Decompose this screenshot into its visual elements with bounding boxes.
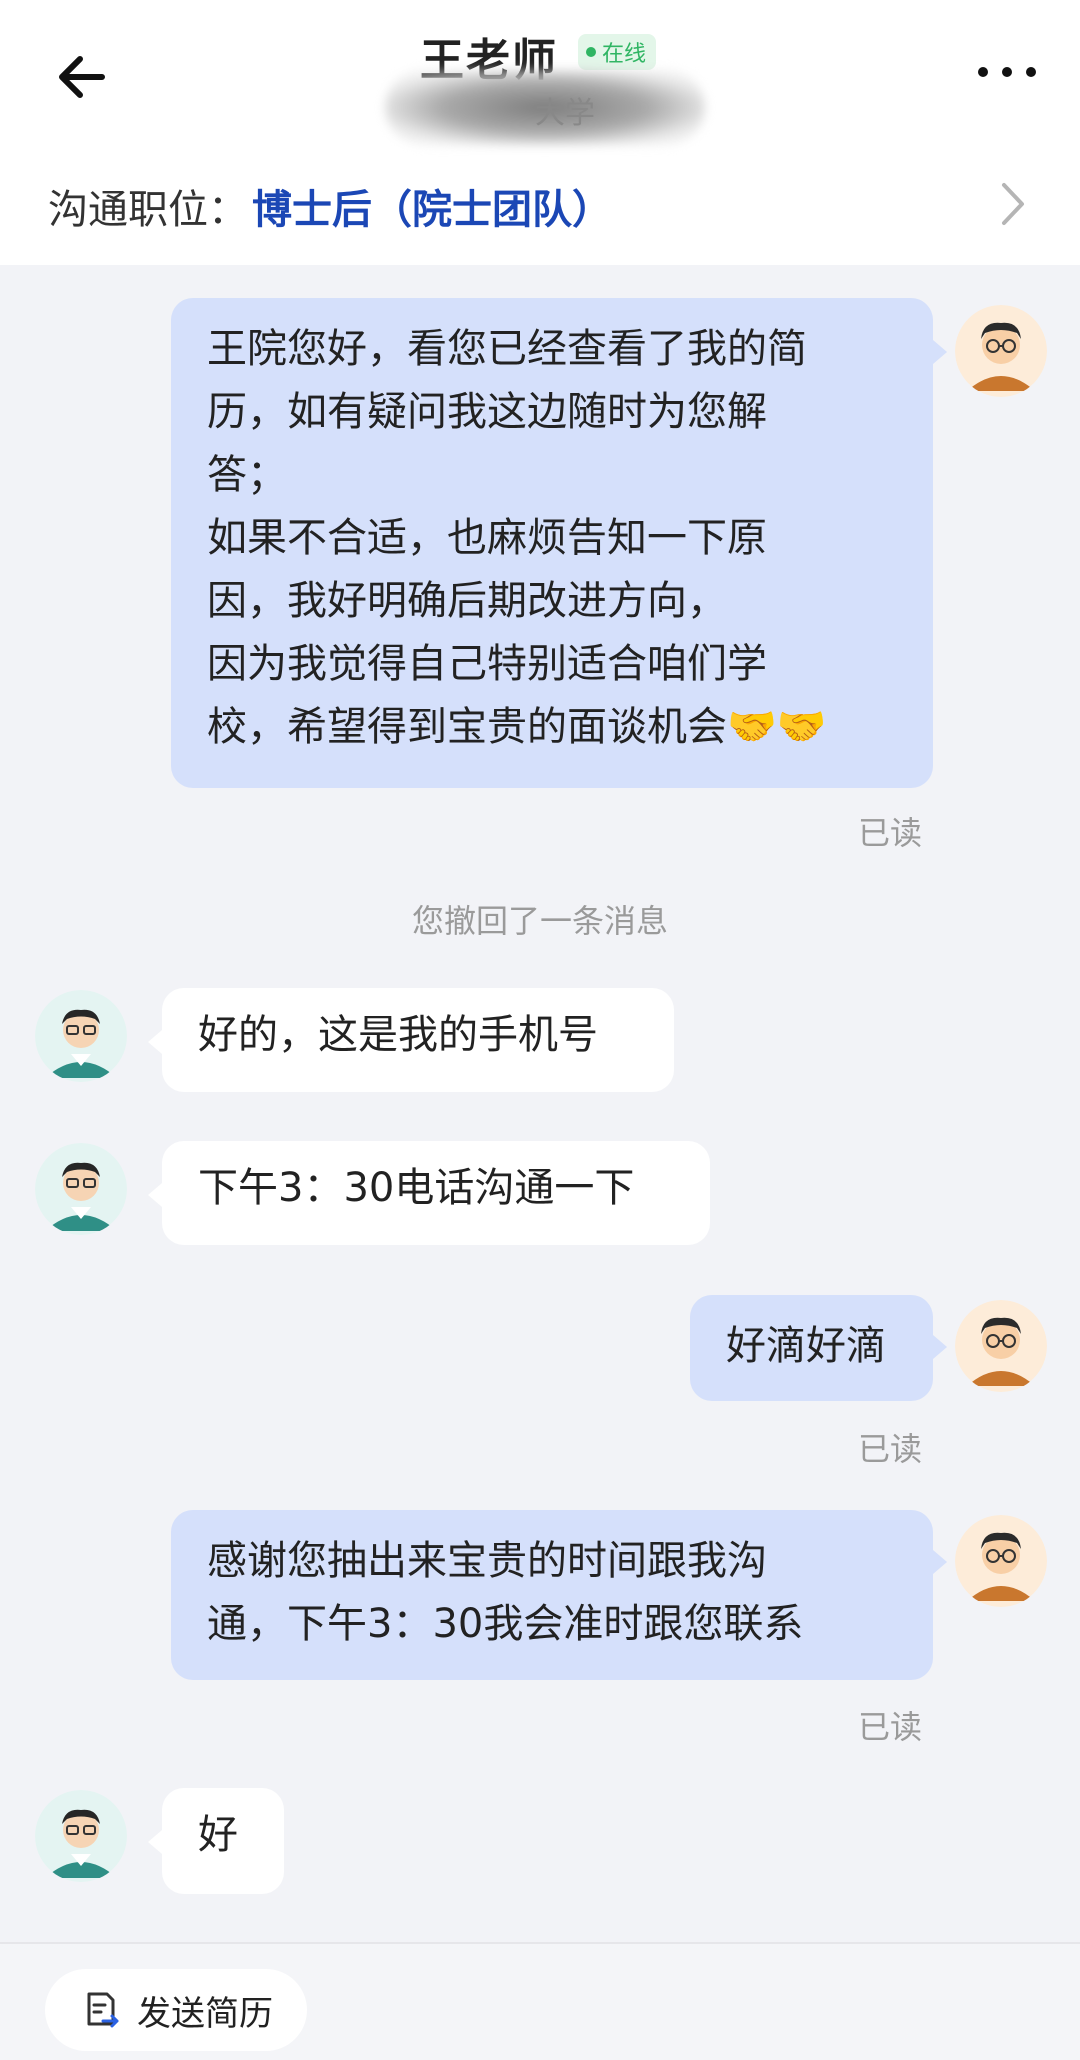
bubble-tail <box>148 1183 162 1207</box>
send-resume-icon <box>87 1992 119 2028</box>
position-value[interactable]: 博士后（院士团队） <box>252 177 612 235</box>
read-receipt: 已读 <box>858 814 923 852</box>
school-name: 大学 <box>535 96 595 131</box>
bubble-tail <box>933 1335 947 1359</box>
online-status-text: 在线 <box>602 42 647 67</box>
online-status-badge: 在线 <box>578 34 657 70</box>
position-label: 沟通职位： <box>48 187 248 233</box>
chat-header: 王老师 在线 大学 沟通职位： 博士后（院士团队） <box>0 0 1080 265</box>
my-avatar[interactable] <box>955 1300 1047 1392</box>
send-resume-button[interactable]: 发送简历 <box>45 1969 307 2051</box>
contact-message-bubble[interactable]: 下午3：30电话沟通一下 <box>162 1141 710 1245</box>
contact-avatar[interactable] <box>35 990 127 1082</box>
more-dots-icon[interactable] <box>975 60 1039 84</box>
read-receipt: 已读 <box>858 1430 923 1468</box>
my-avatar[interactable] <box>955 305 1047 397</box>
bubble-tail <box>148 1830 162 1854</box>
my-message-bubble[interactable]: 好滴好滴 <box>690 1295 933 1401</box>
contact-message-bubble[interactable]: 好 <box>162 1788 284 1894</box>
read-receipt: 已读 <box>858 1708 923 1746</box>
chat-footer: 发送简历 <box>0 1942 1080 2060</box>
bubble-tail <box>933 1550 947 1574</box>
my-message-bubble[interactable]: 感谢您抽出来宝贵的时间跟我沟 通，下午3：30我会准时跟您联系 <box>171 1510 933 1680</box>
contact-avatar[interactable] <box>35 1143 127 1235</box>
back-arrow-icon[interactable] <box>50 45 114 109</box>
chevron-right-icon[interactable] <box>998 179 1028 229</box>
send-resume-label: 发送简历 <box>137 1993 273 2034</box>
my-avatar[interactable] <box>955 1515 1047 1607</box>
bubble-tail <box>148 1030 162 1054</box>
online-dot-icon <box>586 47 596 57</box>
bubble-tail <box>933 340 947 364</box>
position-row[interactable]: 沟通职位： 博士后（院士团队） <box>0 165 1080 265</box>
recall-notice: 您撤回了一条消息 <box>411 902 668 940</box>
contact-message-bubble[interactable]: 好的，这是我的手机号 <box>162 988 674 1092</box>
my-message-bubble[interactable]: 王院您好，看您已经查看了我的简 历，如有疑问我这边随时为您解 答； 如果不合适，… <box>171 298 933 788</box>
contact-avatar[interactable] <box>35 1790 127 1882</box>
